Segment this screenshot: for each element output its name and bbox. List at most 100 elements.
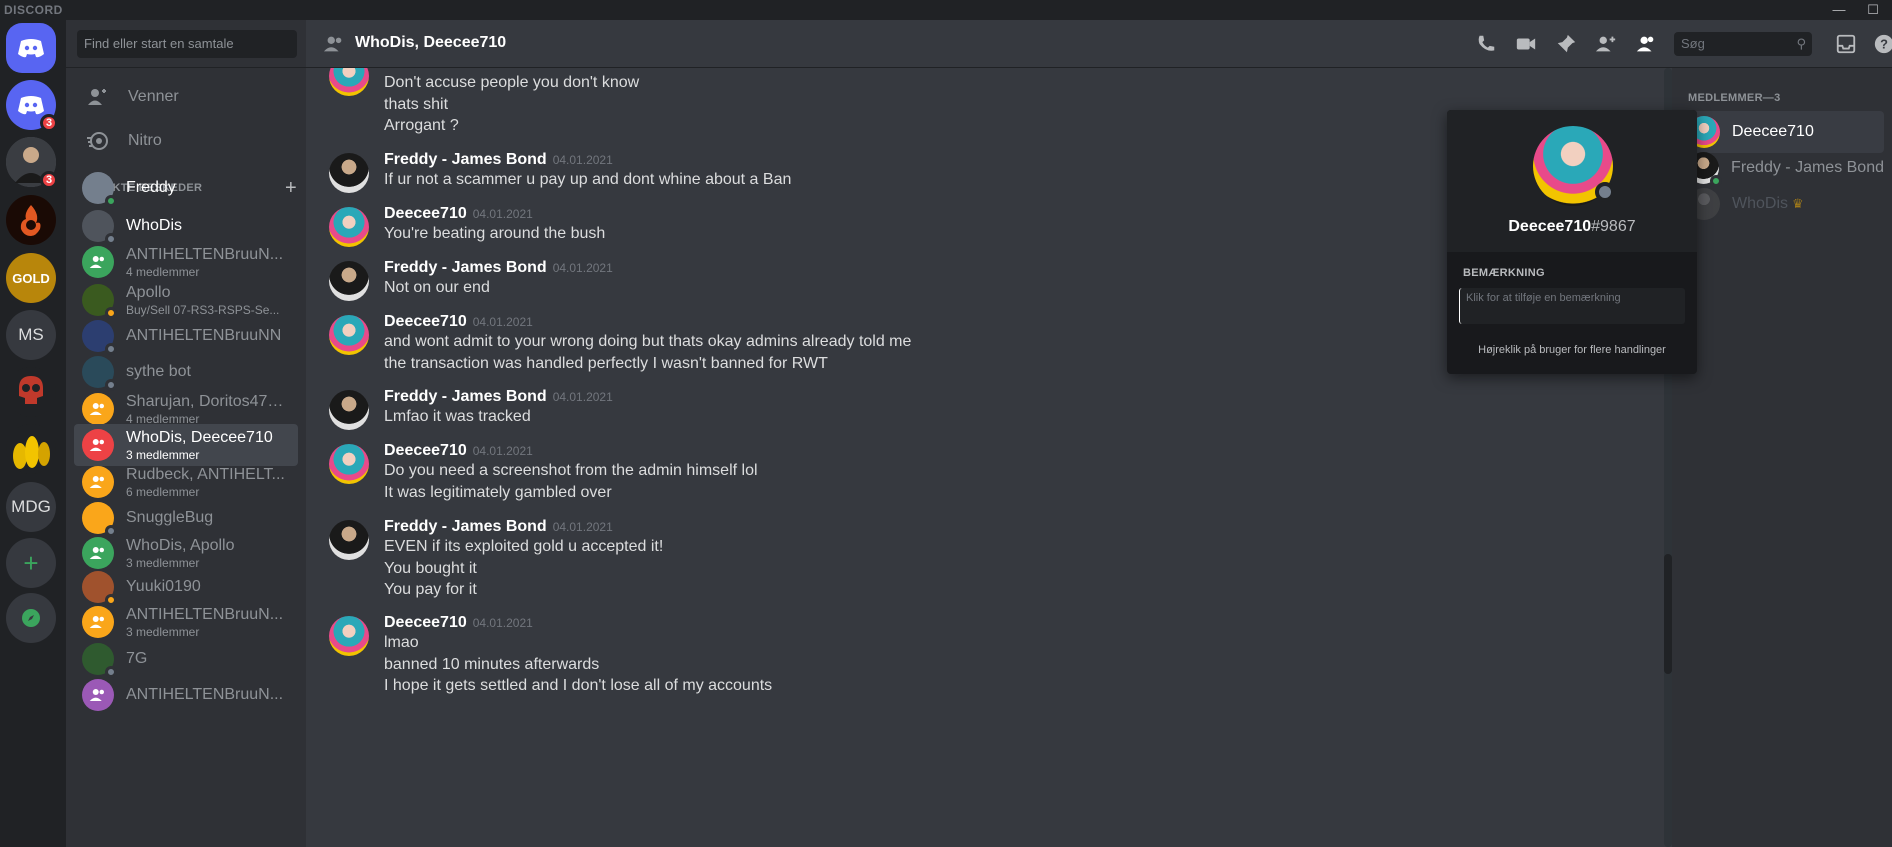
home-button[interactable] xyxy=(6,23,56,73)
guild-gold-coins[interactable] xyxy=(6,424,56,474)
message-author[interactable]: Deecee710 xyxy=(384,442,467,459)
nav-friends-label: Venner xyxy=(128,88,179,105)
dm-subtitle: 3 medlemmer xyxy=(126,624,200,639)
message-author[interactable]: Deecee710 xyxy=(384,205,467,222)
message-author[interactable]: Freddy - James Bond xyxy=(384,259,547,276)
message-author[interactable]: Freddy - James Bond xyxy=(384,388,547,405)
message-avatar[interactable] xyxy=(329,261,369,301)
dm-item[interactable]: Freddy xyxy=(74,167,298,209)
group-dm-icon xyxy=(322,32,346,56)
message-text: You bought it xyxy=(384,559,477,577)
guild-ms[interactable]: MS xyxy=(6,310,56,360)
group-dm-icon xyxy=(82,246,114,278)
message-text: thats shit xyxy=(384,95,449,113)
scrollbar-thumb[interactable] xyxy=(1664,554,1672,674)
message-timestamp: 04.01.2021 xyxy=(472,616,533,630)
dm-name: Freddy xyxy=(126,179,176,196)
message-timestamp: 04.01.2021 xyxy=(472,444,533,458)
dm-group-item[interactable]: ANTIHELTENBruuN... xyxy=(74,674,298,716)
message-text: If ur not a scammer u pay up and dont wh… xyxy=(384,171,792,188)
dm-group-item[interactable]: ANTIHELTENBruuN... 4 medlemmer xyxy=(74,241,298,283)
message-text: and wont admit to your wrong doing but t… xyxy=(384,333,912,350)
popout-avatar[interactable] xyxy=(1533,126,1615,206)
message-avatar[interactable] xyxy=(329,315,369,355)
add-server-button[interactable]: + xyxy=(6,538,56,588)
message-header: Freddy - James Bond 04.01.2021 xyxy=(384,151,613,169)
popout-discriminator: #9867 xyxy=(1591,218,1636,235)
discord-logo-icon xyxy=(18,96,44,115)
message-avatar[interactable] xyxy=(329,68,369,96)
dm-subtitle: 3 medlemmer xyxy=(126,447,200,462)
member-name: Deecee710 xyxy=(1732,123,1814,140)
message-author[interactable]: Deecee710 xyxy=(384,614,467,631)
nav-nitro[interactable]: Nitro xyxy=(74,120,298,162)
dm-group-item[interactable]: WhoDis, Deecee710 3 medlemmer xyxy=(74,424,298,466)
guild-red-skull[interactable] xyxy=(6,367,56,417)
guild-mdg[interactable]: MDG xyxy=(6,482,56,532)
video-call-icon[interactable] xyxy=(1514,32,1538,56)
message-author[interactable]: Deecee710 xyxy=(384,313,467,330)
compass-icon xyxy=(22,609,40,627)
guild-user[interactable]: 3 xyxy=(6,137,58,189)
message-header: Deecee710 04.01.2021 xyxy=(384,68,533,72)
dm-item[interactable]: sythe bot xyxy=(74,351,298,393)
members-header: MEDLEMMER—3 xyxy=(1688,92,1781,104)
dm-group-item[interactable]: ANTIHELTENBruuN... 3 medlemmer xyxy=(74,601,298,643)
message-timestamp: 04.01.2021 xyxy=(472,207,533,221)
friends-icon xyxy=(82,81,114,113)
channel-header: WhoDis, Deecee710 Søg ⚲ ? xyxy=(306,20,1892,68)
message-author[interactable]: Freddy - James Bond xyxy=(384,518,547,535)
channel-title: WhoDis, Deecee710 xyxy=(355,34,507,51)
message-avatar[interactable] xyxy=(329,207,369,247)
message-header: Freddy - James Bond 04.01.2021 xyxy=(384,388,613,406)
maximize-button[interactable]: ☐ xyxy=(1860,1,1886,19)
member-name: WhoDis xyxy=(1732,195,1789,212)
popout-username-name: Deecee710 xyxy=(1508,218,1592,235)
member-list: MEDLEMMER—3 Deecee710 Freddy - James Bond… xyxy=(1672,68,1892,847)
inbox-icon[interactable] xyxy=(1834,32,1858,56)
dm-name: sythe bot xyxy=(126,363,191,380)
avatar xyxy=(82,502,117,537)
voice-call-icon[interactable] xyxy=(1474,32,1498,56)
popout-hint: Højreklik på bruger for flere handlinger xyxy=(1478,344,1666,356)
note-label: BEMÆRKNING xyxy=(1463,267,1545,279)
message-text: Lmfao it was tracked xyxy=(384,408,531,425)
help-icon[interactable]: ? xyxy=(1872,32,1892,56)
message-author[interactable]: Deecee710 xyxy=(384,68,467,71)
member-item[interactable]: WhoDis ♛ xyxy=(1680,183,1884,225)
message-avatar[interactable] xyxy=(329,444,369,484)
guild-ace[interactable] xyxy=(6,195,56,245)
explore-servers-button[interactable] xyxy=(6,593,56,643)
dm-name: WhoDis, Apollo xyxy=(126,536,235,554)
pin-icon[interactable] xyxy=(1554,32,1578,56)
popout-header: Deecee710#9867 xyxy=(1447,110,1697,252)
message-avatar[interactable] xyxy=(329,616,369,656)
message-text: lmao xyxy=(384,634,419,651)
member-name: Freddy - James Bond xyxy=(1731,159,1884,176)
message-search-input[interactable]: Søg ⚲ xyxy=(1674,32,1812,56)
message-text: Do you need a screenshot from the admin … xyxy=(384,462,758,479)
message-avatar[interactable] xyxy=(329,520,369,560)
mention-badge: 3 xyxy=(40,171,58,189)
avatar xyxy=(82,356,117,391)
message-avatar[interactable] xyxy=(329,390,369,430)
avatar xyxy=(82,284,117,319)
message-avatar[interactable] xyxy=(329,153,369,193)
message-timestamp: 04.01.2021 xyxy=(552,261,613,275)
avatar xyxy=(82,172,117,207)
title-bar: DISCORD — ☐ xyxy=(0,0,1892,20)
message-author[interactable]: Freddy - James Bond xyxy=(384,151,547,168)
guild-discord[interactable]: 3 xyxy=(6,80,58,132)
avatar xyxy=(82,571,117,606)
server-list: 3 3 GOLD MS MDG + xyxy=(0,20,66,847)
dm-name: ANTIHELTENBruuN... xyxy=(126,245,284,263)
add-friends-to-dm-icon[interactable] xyxy=(1594,32,1618,56)
guild-gold[interactable]: GOLD xyxy=(6,253,56,303)
minimize-button[interactable]: — xyxy=(1826,1,1852,19)
dm-name: 7G xyxy=(126,650,148,667)
dm-search-input[interactable]: Find eller start en samtale xyxy=(77,30,297,58)
nav-friends[interactable]: Venner xyxy=(74,76,298,118)
message-text: the transaction was handled perfectly I … xyxy=(384,354,828,372)
member-list-icon[interactable] xyxy=(1634,32,1658,56)
note-input[interactable]: Klik for at tilføje en bemærkning xyxy=(1459,288,1685,324)
